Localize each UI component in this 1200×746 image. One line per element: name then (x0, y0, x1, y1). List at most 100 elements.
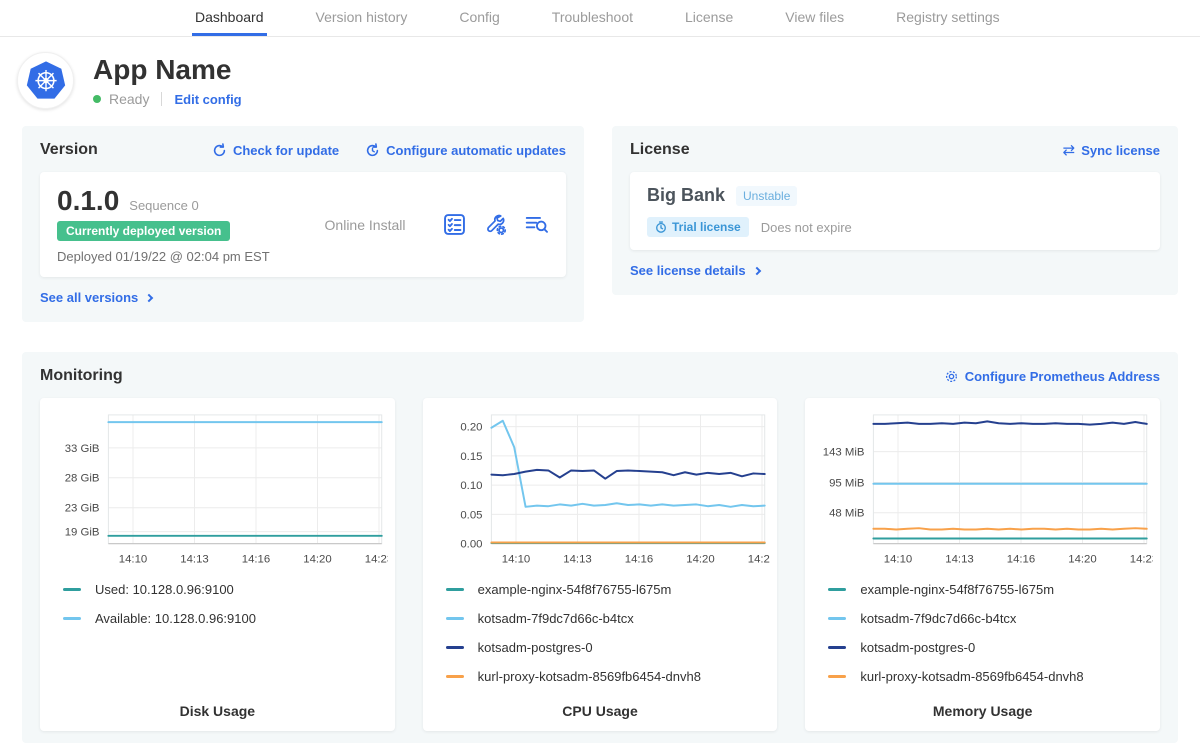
svg-text:0.20: 0.20 (460, 422, 482, 434)
sync-icon: ⇄ (1063, 143, 1076, 158)
chart-card-memory-usage: 48 MiB95 MiB143 MiB14:1014:1314:1614:201… (805, 398, 1160, 731)
legend-label: kotsadm-7f9dc7d66c-b4tcx (478, 611, 634, 626)
tab-view-files[interactable]: View files (782, 0, 847, 36)
license-expiry: Does not expire (761, 220, 852, 235)
svg-text:14:16: 14:16 (1007, 553, 1035, 565)
see-license-details-label: See license details (630, 263, 746, 278)
svg-text:23 GiB: 23 GiB (65, 503, 100, 515)
svg-text:14:13: 14:13 (180, 553, 208, 565)
svg-text:14:10: 14:10 (884, 553, 912, 565)
legend-item: Used: 10.128.0.96:9100 (63, 581, 388, 597)
trial-license-label: Trial license (672, 220, 741, 234)
legend-label: example-nginx-54f8f76755-l675m (478, 582, 672, 597)
sync-license-link[interactable]: ⇄ Sync license (1063, 143, 1160, 158)
svg-text:33 GiB: 33 GiB (65, 443, 100, 455)
memory-usage-chart: 48 MiB95 MiB143 MiB14:1014:1314:1614:201… (812, 405, 1153, 573)
divider (161, 92, 162, 106)
check-for-update-label: Check for update (233, 143, 339, 158)
chart-title: CPU Usage (430, 703, 771, 719)
edit-config-link[interactable]: Edit config (174, 92, 241, 107)
refresh-icon (212, 143, 227, 158)
status-badge: Ready (109, 91, 149, 107)
chart-card-cpu-usage: 0.000.050.100.150.2014:1014:1314:1614:20… (423, 398, 778, 731)
chevron-right-icon (145, 293, 153, 301)
legend-item: kotsadm-postgres-0 (446, 639, 771, 655)
version-card-title: Version (40, 141, 98, 159)
legend-item: example-nginx-54f8f76755-l675m (828, 581, 1153, 597)
disk-usage-legend: Used: 10.128.0.96:9100 Available: 10.128.… (63, 581, 388, 699)
svg-text:143 MiB: 143 MiB (823, 447, 865, 459)
legend-swatch (446, 588, 464, 591)
tab-license[interactable]: License (682, 0, 736, 36)
svg-text:95 MiB: 95 MiB (829, 477, 864, 489)
view-logs-icon[interactable] (525, 214, 549, 235)
legend-label: Available: 10.128.0.96:9100 (95, 611, 256, 626)
tab-version-history[interactable]: Version history (313, 0, 411, 36)
legend-label: kurl-proxy-kotsadm-8569fb6454-dnvh8 (478, 669, 701, 684)
kubernetes-wheel-icon (24, 59, 68, 103)
see-license-details-link[interactable]: See license details (630, 263, 760, 278)
legend-swatch (63, 588, 81, 591)
status-dot (93, 95, 101, 103)
tab-troubleshoot[interactable]: Troubleshoot (549, 0, 636, 36)
chart-title: Memory Usage (812, 703, 1153, 719)
config-wrench-icon[interactable] (484, 213, 507, 236)
configure-auto-updates-label: Configure automatic updates (386, 143, 566, 158)
svg-text:0.15: 0.15 (460, 451, 482, 463)
legend-item: example-nginx-54f8f76755-l675m (446, 581, 771, 597)
svg-text:28 GiB: 28 GiB (65, 473, 100, 485)
kubernetes-app-icon (17, 52, 74, 109)
kots-admin-dashboard: Dashboard Version history Config Trouble… (0, 0, 1200, 743)
legend-item: kurl-proxy-kotsadm-8569fb6454-dnvh8 (828, 668, 1153, 684)
gear-icon (944, 369, 959, 384)
configure-prometheus-link[interactable]: Configure Prometheus Address (944, 369, 1160, 384)
svg-text:14:16: 14:16 (624, 553, 652, 565)
top-nav: Dashboard Version history Config Trouble… (0, 0, 1200, 37)
tab-config[interactable]: Config (456, 0, 502, 36)
svg-text:14:20: 14:20 (1069, 553, 1097, 565)
app-header: App Name Ready Edit config (0, 37, 1200, 109)
tab-registry-settings[interactable]: Registry settings (893, 0, 1002, 36)
legend-swatch (446, 646, 464, 649)
charts-row: 19 GiB 23 GiB 28 GiB 33 GiB 14:10 14:13 14:16 1… (40, 398, 1160, 731)
svg-text:0.00: 0.00 (460, 539, 482, 551)
legend-item: kotsadm-7f9dc7d66c-b4tcx (828, 610, 1153, 626)
svg-text:14:23: 14:23 (1130, 553, 1153, 565)
monitoring-section: Monitoring Configure Prometheus Address … (22, 352, 1178, 743)
see-all-versions-label: See all versions (40, 290, 138, 305)
tab-dashboard[interactable]: Dashboard (192, 0, 267, 36)
sync-license-label: Sync license (1081, 143, 1160, 158)
preflight-checks-icon[interactable] (443, 213, 466, 236)
svg-text:14:16: 14:16 (242, 553, 270, 565)
memory-usage-legend: example-nginx-54f8f76755-l675m kotsadm-7f… (828, 581, 1153, 699)
check-for-update-link[interactable]: Check for update (212, 143, 339, 158)
cpu-usage-legend: example-nginx-54f8f76755-l675m kotsadm-7f… (446, 581, 771, 699)
legend-swatch (828, 617, 846, 620)
channel-badge: Unstable (736, 186, 797, 206)
trial-license-badge: Trial license (647, 217, 749, 237)
svg-text:14:10: 14:10 (501, 553, 529, 565)
legend-item: kotsadm-7f9dc7d66c-b4tcx (446, 610, 771, 626)
summary-cards-row: Version Check for update (0, 126, 1200, 322)
version-sequence: Sequence 0 (129, 198, 198, 213)
version-number: 0.1.0 (57, 185, 119, 217)
version-card: Version Check for update (22, 126, 584, 322)
legend-label: Used: 10.128.0.96:9100 (95, 582, 234, 597)
legend-label: kotsadm-7f9dc7d66c-b4tcx (860, 611, 1016, 626)
license-card-title: License (630, 141, 690, 159)
svg-text:14:13: 14:13 (946, 553, 974, 565)
svg-text:14:10: 14:10 (119, 553, 147, 565)
chevron-right-icon (752, 266, 760, 274)
see-all-versions-link[interactable]: See all versions (40, 290, 152, 305)
configure-prometheus-label: Configure Prometheus Address (965, 369, 1160, 384)
legend-label: kotsadm-postgres-0 (860, 640, 975, 655)
svg-text:14:23: 14:23 (365, 553, 388, 565)
svg-text:19 GiB: 19 GiB (65, 527, 100, 539)
page-title: App Name (93, 54, 242, 86)
configure-auto-updates-link[interactable]: Configure automatic updates (365, 143, 566, 158)
deployed-badge: Currently deployed version (57, 221, 230, 241)
update-schedule-icon (365, 143, 380, 158)
svg-text:14:20: 14:20 (303, 553, 331, 565)
legend-swatch (63, 617, 81, 620)
legend-swatch (828, 675, 846, 678)
